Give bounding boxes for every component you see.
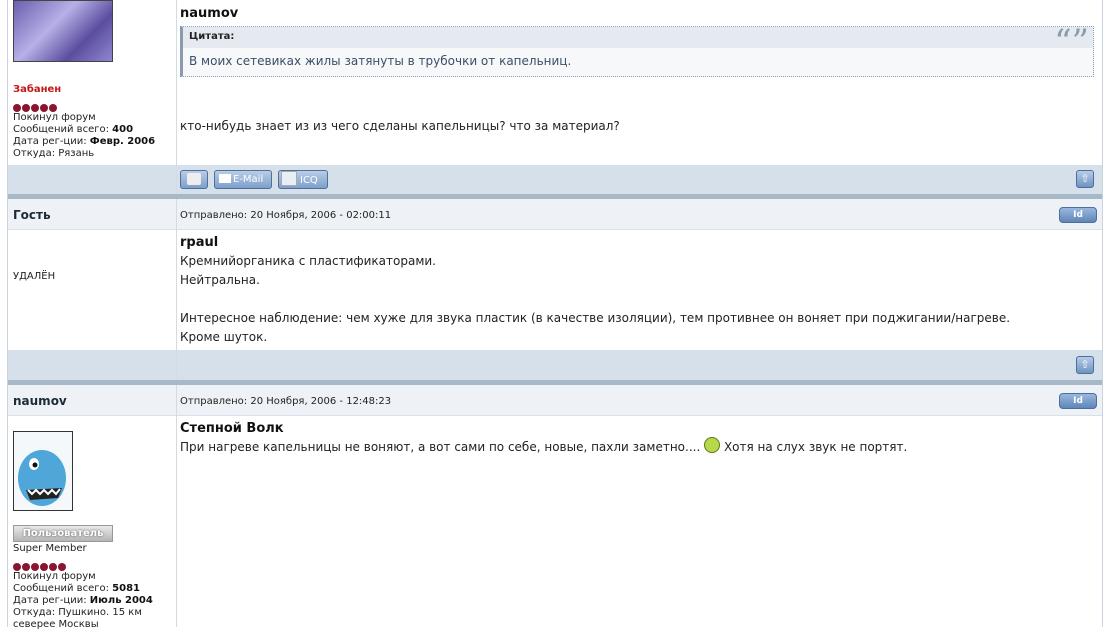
info-line: Сообщений всего: 5081 — [13, 583, 140, 594]
post2-author-panel: УДАЛЁН — [8, 229, 176, 350]
quote-box: Цитата: В моих сетевиках жилы затянуты в… — [180, 22, 1094, 77]
id-button[interactable]: Id — [1059, 393, 1097, 409]
icq-label: ICQ — [300, 175, 318, 186]
quote-icon: “” — [1054, 22, 1089, 62]
avatar[interactable] — [13, 0, 113, 62]
post1-footer: E-Mail ICQ ⇧ — [8, 165, 1102, 194]
email-button[interactable]: E-Mail — [214, 170, 272, 189]
envelope-icon — [219, 174, 231, 183]
profile-icon — [187, 173, 201, 185]
id-button[interactable]: Id — [1059, 207, 1097, 223]
quote-author: rpaul — [180, 235, 219, 250]
post-text: Кремнийорганика с пластификаторами. Нейт… — [180, 252, 1010, 347]
icq-button[interactable]: ICQ — [278, 170, 328, 189]
column-divider — [176, 385, 177, 415]
arrow-up-icon: ⇧ — [1080, 172, 1090, 185]
smiley-sick-icon — [704, 437, 721, 453]
avatar[interactable] — [13, 431, 73, 511]
rank-title: Super Member — [13, 543, 87, 554]
text-line: Нейтральна. — [180, 273, 260, 287]
post3-author-panel: Пользователь Super Member Покинул форум … — [8, 415, 176, 630]
text-line — [180, 290, 1010, 309]
column-divider — [176, 350, 177, 380]
column-divider — [176, 165, 177, 194]
avatar-image — [14, 432, 72, 510]
post1-author-panel: Забанен Покинул форум Сообщений всего: 4… — [8, 0, 176, 165]
post-text: кто-нибудь знает из из чего сделаны капе… — [180, 119, 620, 133]
post3-body: Степной Волк При нагреве капельницы не в… — [177, 415, 1102, 627]
info-line: Откуда: Пушкино. 15 км северее Москвы — [13, 607, 142, 630]
text-line: Кремнийорганика с пластификаторами. — [180, 254, 436, 268]
arrow-up-icon: ⇧ — [1080, 358, 1090, 371]
quote-title: Цитата: — [183, 27, 1093, 48]
scroll-top-button[interactable]: ⇧ — [1076, 356, 1094, 374]
post-text: При нагреве капельницы не воняют, а вот … — [180, 437, 907, 457]
rank-badge: Пользователь — [13, 525, 113, 542]
author-nick[interactable]: Гость — [13, 208, 51, 222]
user-info: Покинул форум Сообщений всего: 5081 Дата… — [13, 571, 163, 631]
info-line: Сообщений всего: 400 — [13, 124, 134, 135]
deleted-label: УДАЛЁН — [13, 271, 56, 282]
post2-header: Гость Отправлено: 20 Ноября, 2006 - 02:0… — [8, 199, 1102, 230]
text-line: Кроме шуток. — [180, 330, 268, 344]
text-part: При нагреве капельницы не воняют, а вот … — [180, 440, 701, 454]
post-date: Отправлено: 20 Ноября, 2006 - 12:48:23 — [180, 396, 392, 407]
author-nick[interactable]: naumov — [13, 394, 67, 408]
icq-icon — [281, 171, 297, 186]
quote-author: naumov — [180, 6, 239, 21]
post2-body: rpaul Кремнийорганика с пластификаторами… — [177, 229, 1102, 350]
info-line: Дата рег-ции: Февр. 2006 — [13, 136, 156, 147]
info-line: Покинул форум — [13, 112, 96, 123]
forum-thread: Забанен Покинул форум Сообщений всего: 4… — [7, 0, 1103, 630]
info-line: Дата рег-ции: Июль 2004 — [13, 595, 153, 606]
quote-author: Степной Волк — [180, 421, 284, 436]
post-date: Отправлено: 20 Ноября, 2006 - 02:00:11 — [180, 210, 392, 221]
column-divider — [176, 199, 177, 229]
email-label: E-Mail — [233, 174, 264, 185]
post2-footer: ⇧ — [8, 350, 1102, 380]
profile-button[interactable] — [180, 170, 208, 189]
scroll-top-button[interactable]: ⇧ — [1076, 170, 1094, 188]
text-part: Хотя на слух звук не портят. — [723, 440, 908, 454]
status-banned: Забанен — [13, 84, 62, 95]
info-line: Покинул форум — [13, 571, 96, 582]
info-line: Откуда: Рязань — [13, 148, 95, 159]
user-info: Покинул форум Сообщений всего: 400 Дата … — [13, 112, 155, 160]
post3-header: naumov Отправлено: 20 Ноября, 2006 - 12:… — [8, 385, 1102, 416]
post1-body: naumov Цитата: В моих сетевиках жилы зат… — [177, 0, 1102, 165]
text-line: Интересное наблюдение: чем хуже для звук… — [180, 311, 1011, 325]
quote-text: В моих сетевиках жилы затянуты в трубочк… — [189, 54, 572, 68]
